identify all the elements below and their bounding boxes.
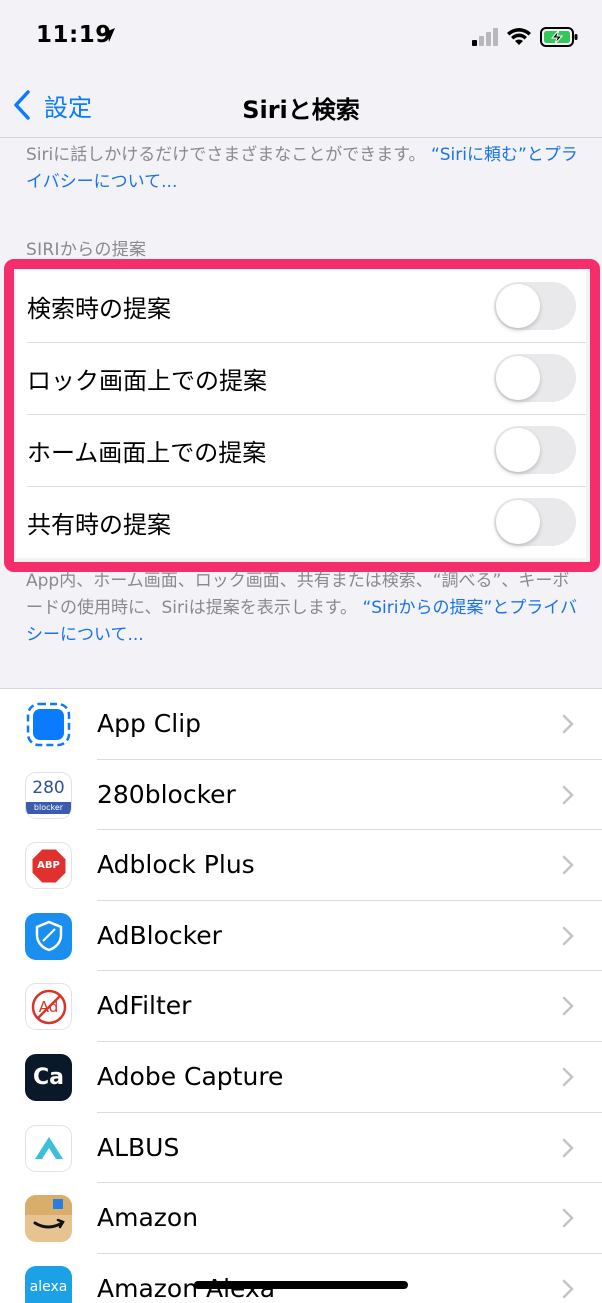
app-row-adobe-capture[interactable]: Ca Adobe Capture <box>0 1042 602 1113</box>
toggle-row-search-suggestions: 検索時の提案 <box>16 270 586 342</box>
toggle-label: ロック画面上での提案 <box>27 366 267 395</box>
icon-text: alexa <box>29 1279 68 1296</box>
home-indicator[interactable] <box>194 1281 408 1289</box>
app-name: Amazon <box>97 1203 199 1233</box>
chevron-right-icon <box>562 997 574 1016</box>
icon-text: Ca <box>33 1064 64 1090</box>
icon-subtext: blocker <box>26 801 71 814</box>
cellular-signal-icon <box>472 28 498 46</box>
section-header-siri-suggestions: SIRIからの提案 <box>26 240 147 260</box>
app-row-app-clip[interactable]: App Clip <box>0 689 602 760</box>
switch-knob <box>496 500 540 544</box>
toggle-row-home-screen-suggestions: ホーム画面上での提案 <box>16 414 586 486</box>
adobe-capture-icon: Ca <box>25 1053 72 1101</box>
app-name: AdBlocker <box>97 920 222 950</box>
switch-knob <box>496 356 540 400</box>
chevron-right-icon <box>562 1279 574 1298</box>
280blocker-icon: 280 blocker <box>25 771 72 819</box>
app-clip-icon <box>25 701 72 748</box>
chevron-right-icon <box>562 1067 574 1087</box>
toggle-row-lock-screen-suggestions: ロック画面上での提案 <box>16 342 586 414</box>
amazon-alexa-icon: alexa <box>25 1265 72 1303</box>
suggestions-footer-text: App内、ホーム画面、ロック画面、共有または検索、“調べる”、キーボードの使用時… <box>26 568 578 649</box>
icon-text: Ad <box>38 997 59 1016</box>
app-name: Adblock Plus <box>97 850 255 880</box>
chevron-right-icon <box>562 714 574 734</box>
app-row-albus[interactable]: ALBUS <box>0 1113 602 1184</box>
lock-screen-suggestions-switch[interactable] <box>494 354 576 402</box>
app-name: App Clip <box>97 709 202 738</box>
app-row-amazon-alexa[interactable]: alexa Amazon Alexa <box>0 1254 602 1303</box>
switch-knob <box>496 428 540 472</box>
app-name: ALBUS <box>97 1132 180 1162</box>
app-row-amazon[interactable]: Amazon <box>0 1183 602 1254</box>
app-name: 280blocker <box>97 779 236 809</box>
albus-icon <box>25 1124 72 1172</box>
siri-suggestions-group: 検索時の提案 ロック画面上での提案 ホーム画面上での提案 共有時の提案 <box>16 270 586 558</box>
toggle-label: 共有時の提案 <box>27 510 171 539</box>
chevron-right-icon <box>562 926 574 946</box>
share-suggestions-switch[interactable] <box>494 498 576 546</box>
page-title: Siriと検索 <box>242 96 360 124</box>
navigation-bar: 設定 Siriと検索 <box>0 72 602 138</box>
switch-knob <box>496 284 540 328</box>
adfilter-icon: Ad <box>25 983 72 1031</box>
toggle-label: ホーム画面上での提案 <box>27 438 267 467</box>
home-screen-suggestions-switch[interactable] <box>494 426 576 474</box>
search-suggestions-switch[interactable] <box>494 282 576 330</box>
intro-text: Siriに話しかけるだけでさまざまなことができます。 “Siriに頼む”とプライ… <box>26 142 578 196</box>
chevron-right-icon <box>562 785 574 804</box>
icon-text: ABP <box>37 860 60 872</box>
chevron-right-icon <box>562 855 574 875</box>
adblock-plus-icon: ABP <box>25 842 72 890</box>
toggle-label: 検索時の提案 <box>27 294 171 323</box>
chevron-right-icon <box>562 1208 574 1228</box>
icon-text: 280 <box>32 777 65 798</box>
battery-charging-icon <box>540 27 578 47</box>
wifi-icon <box>507 28 531 45</box>
app-row-adfilter[interactable]: Ad AdFilter <box>0 971 602 1042</box>
app-row-280blocker[interactable]: 280 blocker 280blocker <box>0 760 602 831</box>
status-bar: 11:19 <box>0 0 602 72</box>
intro-description: Siriに話しかけるだけでさまざまなことができます。 <box>26 145 426 165</box>
app-list: App Clip 280 blocker 280blocker ABP Adbl… <box>0 688 602 1303</box>
toggle-row-share-suggestions: 共有時の提案 <box>16 486 586 558</box>
app-row-adblock-plus[interactable]: ABP Adblock Plus <box>0 830 602 901</box>
amazon-icon <box>25 1195 72 1243</box>
app-name: Adobe Capture <box>97 1061 284 1091</box>
adblocker-shield-icon <box>25 912 72 960</box>
chevron-right-icon <box>562 1138 574 1157</box>
location-arrow-icon <box>101 28 115 42</box>
app-row-adblocker[interactable]: AdBlocker <box>0 901 602 972</box>
app-name: AdFilter <box>97 991 192 1021</box>
